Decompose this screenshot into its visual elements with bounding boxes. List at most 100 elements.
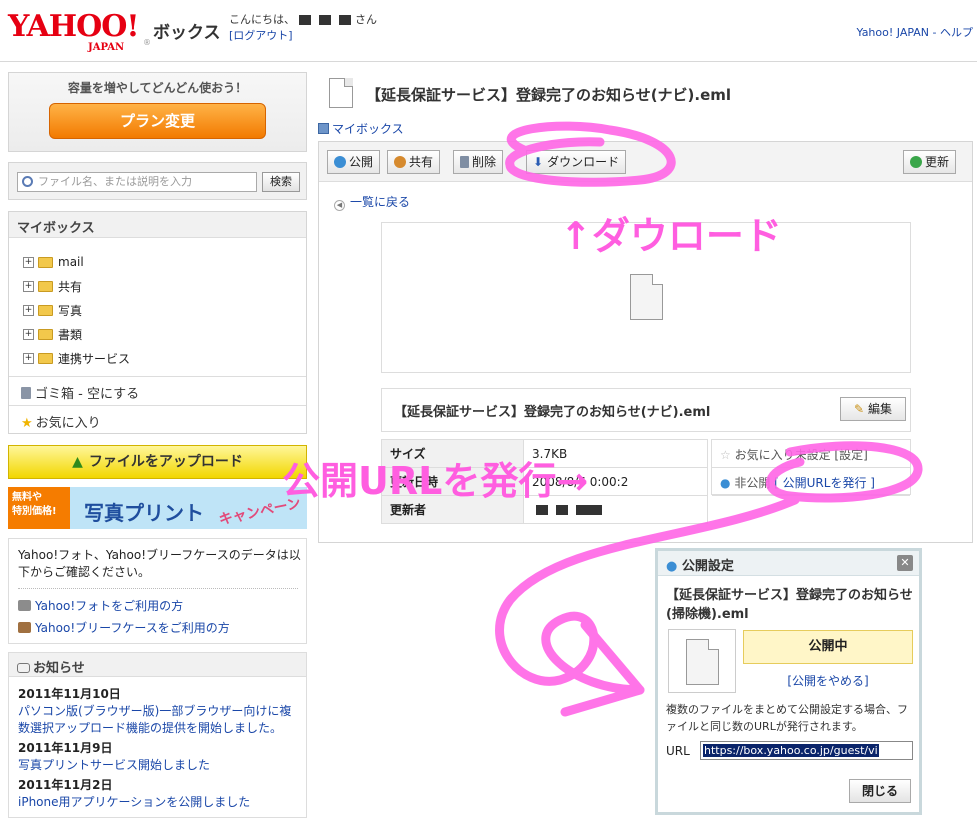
close-icon[interactable]: ✕ [897, 555, 913, 571]
info-text: Yahoo!フォト、Yahoo!ブリーフケースのデータは以下からご確認ください。 [18, 548, 301, 579]
news-title: お知らせ [9, 653, 306, 677]
folder-icon [38, 352, 53, 364]
folder-documents[interactable]: + 書類 [23, 322, 130, 346]
expand-icon[interactable]: + [23, 328, 34, 340]
search-button[interactable]: 検索 [262, 172, 300, 192]
folder-photos[interactable]: + 写真 [23, 298, 130, 322]
promo-text: 容量を増やしてどんどん使おう！ [67, 81, 248, 95]
news-list: 2011年11月10日 パソコン版(ブラウザー版)一部ブラウザー向けに複数選択ア… [18, 686, 303, 814]
masked-username [556, 505, 568, 515]
globe-icon: ● [720, 476, 731, 490]
breadcrumb[interactable]: マイボックス [318, 120, 404, 137]
app-name: ボックス [153, 23, 221, 43]
news-link[interactable]: 写真プリントサービス開始しました [18, 757, 303, 774]
news-link[interactable]: パソコン版(ブラウザー版)一部ブラウザー向けに複数選択アップロード機能の提供を開… [18, 703, 303, 737]
delete-button[interactable]: 削除 [453, 150, 504, 174]
shared-folder-icon [38, 280, 53, 292]
folder-shared[interactable]: + 共有 [23, 274, 130, 298]
file-title: 【延長保証サービス】登録完了のお知らせ(ナビ).eml [366, 86, 732, 104]
expand-icon[interactable]: + [23, 352, 34, 364]
star-icon: ★ [21, 416, 33, 431]
trash-link[interactable]: ゴミ箱 [35, 387, 74, 402]
link-label: Yahoo!ブリーフケースをご利用の方 [35, 621, 230, 635]
stop-publishing-link[interactable]: [公開をやめる] [743, 672, 913, 689]
trash-icon [21, 387, 31, 399]
divider [18, 588, 298, 589]
file-name-box: 【延長保証サービス】登録完了のお知らせ(ナビ).eml ✎ 編集 [381, 388, 911, 432]
mybox-panel: マイボックス + mail + 共有 + 写真 + 書類 + 連携サービス ゴミ箱 - 空… [8, 211, 307, 434]
star-outline-icon: ☆ [720, 448, 731, 462]
yahoo-briefcase-link[interactable]: Yahoo!ブリーフケースをご利用の方 [18, 619, 230, 636]
folder-label: mail [58, 255, 84, 269]
expand-icon[interactable]: + [23, 280, 34, 292]
folder-linked-services[interactable]: + 連携サービス [23, 346, 130, 370]
file-icon [329, 78, 353, 108]
favorites-label: お気に入り [35, 416, 101, 431]
globe-icon [334, 156, 346, 168]
public-url-field[interactable]: https://box.yahoo.co.jp/guest/vi [700, 741, 913, 760]
news-date: 2011年11月2日 [18, 778, 113, 792]
news-date: 2011年11月9日 [18, 741, 113, 755]
public-status-label: 非公開 [734, 476, 771, 490]
yahoo-photo-link[interactable]: Yahoo!フォトをご利用の方 [18, 597, 183, 614]
expand-icon[interactable]: + [23, 304, 34, 316]
folder-icon [38, 256, 53, 268]
print-badge: 無料や 特別価格! [12, 491, 57, 519]
yahoo-logo-sub: JAPAN [88, 42, 125, 53]
url-label: URL [666, 744, 690, 758]
photo-print-banner[interactable]: 無料や 特別価格! 写真プリント キャンペーン [8, 487, 307, 529]
upload-button[interactable]: ▲ ファイルをアップロード [8, 445, 307, 479]
trash-row: ゴミ箱 - 空にする [9, 376, 306, 405]
yahoo-logo[interactable]: YAHOO! [8, 12, 140, 42]
folder-label: 写真 [58, 303, 83, 318]
empty-trash-link[interactable]: - 空にする [74, 387, 139, 402]
publish-button[interactable]: 公開 [327, 150, 381, 174]
side-properties: ☆ お気に入り未設定 [設定] ● 非公開 [ 公開URLを発行 ] [711, 439, 911, 496]
refresh-icon [910, 156, 922, 168]
publish-url-link[interactable]: [ 公開URLを発行 ] [774, 476, 875, 490]
download-button[interactable]: ⬇ ダウンロード [526, 150, 627, 174]
public-status-badge: 公開中 [743, 630, 913, 664]
download-arrow-icon: ⬇ [533, 155, 544, 169]
promo-panel: 容量を増やしてどんどん使おう！ プラン変更 [8, 72, 307, 152]
document-icon [630, 274, 663, 320]
search-input[interactable]: ファイル名、または説明を入力 [17, 172, 257, 192]
file-thumbnail [668, 629, 736, 693]
dialog-title: 公開設定 [681, 559, 734, 574]
back-arrow-icon: ◀ [334, 200, 345, 211]
speech-bubble-icon [17, 663, 30, 673]
folder-label: 連携サービス [58, 351, 131, 366]
favorite-setting[interactable]: ☆ お気に入り未設定 [設定] [712, 440, 910, 468]
favorites-row[interactable]: ★ お気に入り [9, 405, 306, 434]
greeting-suffix: さん [355, 13, 377, 26]
folder-mail[interactable]: + mail [23, 250, 130, 274]
plan-change-button[interactable]: プラン変更 [49, 103, 266, 139]
briefcase-icon [18, 622, 31, 633]
folder-tree: + mail + 共有 + 写真 + 書類 + 連携サービス [23, 250, 130, 370]
top-links[interactable]: Yahoo! JAPAN - ヘルプ [856, 24, 973, 40]
logout-link[interactable]: [ログアウト] [229, 27, 293, 43]
trash-icon [460, 156, 469, 168]
share-button[interactable]: 共有 [387, 150, 441, 174]
close-button[interactable]: 閉じる [849, 779, 911, 803]
photo-folder-icon [38, 304, 53, 316]
pencil-icon: ✎ [854, 402, 865, 416]
publish-label: 公開 [349, 155, 374, 169]
back-label: 一覧に戻る [350, 195, 411, 209]
back-to-list-link[interactable]: ◀ 一覧に戻る [334, 193, 410, 211]
link-label: Yahoo!フォトをご利用の方 [35, 599, 184, 613]
edit-button[interactable]: ✎ 編集 [840, 397, 906, 421]
header: YAHOO! JAPAN ® ボックス こんにちは、 さん [ログアウト] Yah… [0, 0, 977, 62]
mybox-title: マイボックス [9, 212, 306, 238]
toolbar: 公開 共有 削除 ⬇ ダウンロード 更新 [319, 142, 972, 182]
expand-icon[interactable]: + [23, 256, 34, 268]
document-icon [686, 639, 719, 685]
refresh-button[interactable]: 更新 [903, 150, 957, 174]
url-value: https://box.yahoo.co.jp/guest/vi [703, 744, 879, 757]
news-link[interactable]: iPhone用アプリケーションを公開しました [18, 794, 303, 811]
masked-username [576, 505, 602, 515]
print-title: 写真プリント [84, 501, 204, 525]
greeting-text: こんにちは、 [229, 13, 295, 26]
download-annotation: ↑ダウロード [560, 214, 782, 258]
upload-arrow-icon: ▲ [72, 454, 83, 470]
